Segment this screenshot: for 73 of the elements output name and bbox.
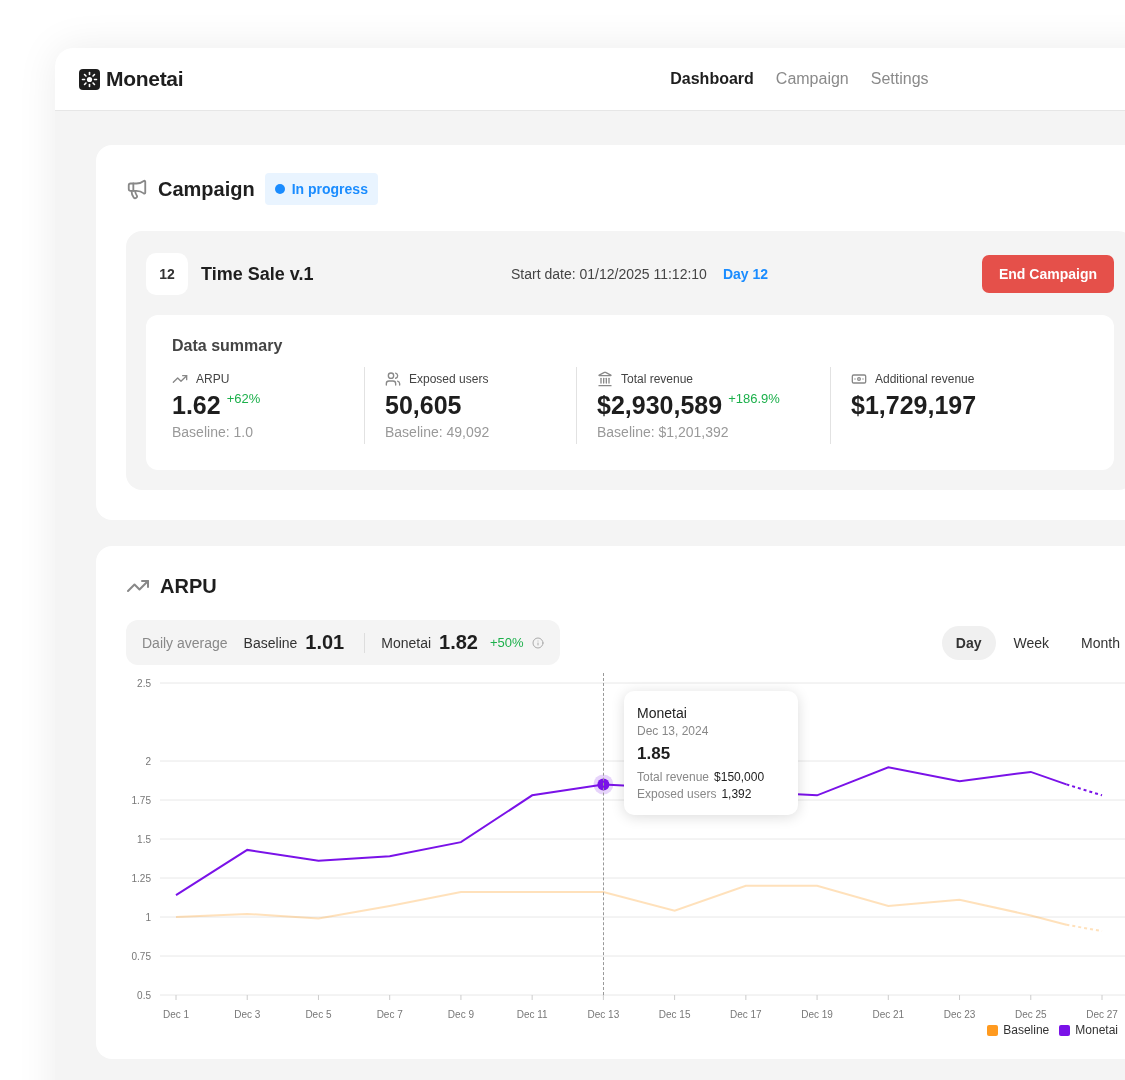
average-value: 1.01 <box>305 631 345 654</box>
metric-baseline: Baseline: $1,201,392 <box>597 424 730 440</box>
status-badge: In progress <box>264 173 378 205</box>
metric-label: Total revenue <box>621 372 694 386</box>
tooltip-date: Dec 13, 2024 <box>637 724 710 738</box>
tooltip-row-value: $150,000 <box>714 770 765 784</box>
brand-name: Monetai <box>106 67 184 91</box>
tooltip-label: Total revenue <box>637 770 710 784</box>
hover-marker <box>593 774 614 795</box>
axis-label: 0.5 <box>137 990 151 1001</box>
daily-average-label: Daily average <box>142 634 228 651</box>
legend-label: Monetai <box>1075 1023 1118 1037</box>
axis-label: 1.75 <box>131 795 151 806</box>
axis-label: Dec 21 <box>872 1009 905 1020</box>
tooltip-row-value: 1,392 <box>721 787 752 801</box>
tooltip-title: Monetai <box>637 705 688 721</box>
axis-label: Dec 15 <box>658 1009 691 1020</box>
section-title: Campaign <box>158 177 255 201</box>
axis-label: Dec 7 <box>376 1009 403 1020</box>
metric-value: 50,605 <box>385 391 462 420</box>
axis-label: 1 <box>145 912 151 923</box>
tooltip-value: 1.85 <box>637 744 672 764</box>
metric-change: +186.9% <box>728 391 780 406</box>
metric-baseline: Baseline: 1.0 <box>172 424 254 440</box>
axis-label: 0.75 <box>131 951 151 962</box>
axis-label: Dec 17 <box>730 1009 762 1020</box>
axis-label: 2 <box>145 756 151 767</box>
campaign-number: 12 <box>146 253 188 295</box>
logo-icon <box>79 68 100 90</box>
axis-label: Dec 9 <box>447 1009 474 1020</box>
section-title: ARPU <box>160 574 217 598</box>
axis-label: Dec 11 <box>516 1009 548 1020</box>
metric-value: $1,729,197 <box>851 391 977 420</box>
axis-label: 2.5 <box>137 678 151 689</box>
metric-label: Additional revenue <box>875 372 975 386</box>
start-date: Start date: 01/12/2025 11:12:10 <box>511 266 707 282</box>
metric-label: Exposed users <box>409 372 489 386</box>
metric-value: 1.62 <box>172 391 221 420</box>
nav-link[interactable]: Dashboard <box>670 70 754 88</box>
users-icon <box>385 371 401 387</box>
campaign-name: Time Sale v.1 <box>201 263 315 285</box>
legend-label: Baseline <box>1003 1023 1050 1037</box>
axis-label: Dec 3 <box>234 1009 261 1020</box>
megaphone-icon <box>126 178 148 200</box>
axis-label: Dec 13 <box>587 1009 620 1020</box>
metric-baseline: Baseline: 49,092 <box>385 424 491 440</box>
axis-label: 1.25 <box>131 873 151 884</box>
nav-link[interactable]: Campaign <box>775 70 849 88</box>
info-icon[interactable] <box>531 636 544 649</box>
period-tab[interactable]: Week <box>999 625 1064 660</box>
average-name: Monetai <box>381 634 432 651</box>
summary-title: Data summary <box>172 337 284 355</box>
tooltip-label: Exposed users <box>637 787 717 801</box>
average-change: +50% <box>490 635 524 650</box>
period-tab[interactable]: Month <box>1067 625 1125 660</box>
banknote-icon <box>851 371 867 387</box>
metric-change: +62% <box>226 391 261 406</box>
nav-link[interactable]: Settings <box>870 70 929 88</box>
axis-label: Dec 27 <box>1086 1009 1118 1020</box>
period-tab[interactable]: Day <box>941 625 996 660</box>
bank-icon <box>597 371 613 387</box>
end-campaign-button[interactable]: End Campaign <box>982 255 1114 293</box>
axis-label: Dec 19 <box>801 1009 833 1020</box>
axis-label: 1.5 <box>137 834 151 845</box>
metric-value: $2,930,589 <box>597 391 723 420</box>
axis-label: Dec 5 <box>305 1009 332 1020</box>
average-value: 1.82 <box>439 631 478 654</box>
axis-label: Dec 1 <box>162 1009 190 1020</box>
axis-label: Dec 23 <box>943 1009 976 1020</box>
axis-label: Dec 25 <box>1014 1009 1047 1020</box>
day-count: Day 12 <box>722 266 769 282</box>
average-name: Baseline <box>243 634 298 651</box>
metric-label: ARPU <box>196 372 230 386</box>
